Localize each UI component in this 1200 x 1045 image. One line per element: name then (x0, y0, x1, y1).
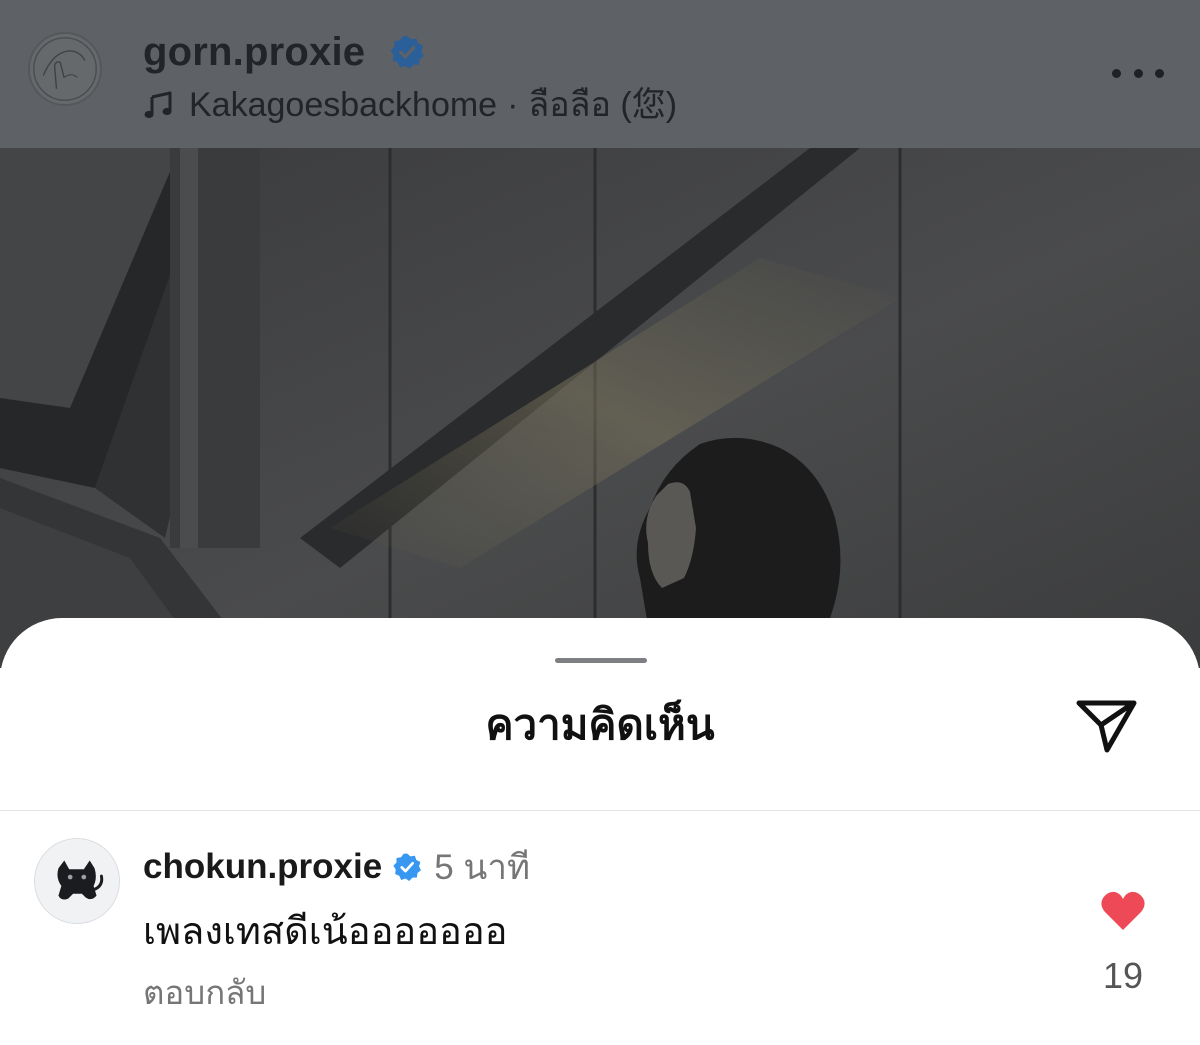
music-artist: Kakagoesbackhome (189, 86, 498, 124)
sheet-divider (0, 810, 1200, 811)
more-dot (1133, 68, 1143, 78)
comment-text: เพลงเทสดีเน้อออออออ (143, 911, 508, 953)
more-dot (1112, 68, 1121, 78)
post-author-username[interactable]: gorn.proxie (143, 28, 365, 76)
verified-badge-icon (393, 853, 422, 881)
photo-image (0, 148, 1200, 668)
comment-timestamp: 5 นาที (434, 847, 531, 887)
black-cat-avatar-icon (35, 839, 119, 923)
post-header: gorn.proxie Kakagoesbackhome · ลือลือ (您… (0, 0, 1200, 148)
avatar-illustration (33, 37, 97, 101)
verified-badge-icon (390, 35, 424, 69)
more-options-icon[interactable] (1112, 56, 1164, 90)
comment-header: chokun.proxie 5 นาที (143, 844, 530, 890)
commenter-username[interactable]: chokun.proxie (143, 847, 382, 887)
more-dot (1155, 68, 1164, 78)
reply-button[interactable]: ตอบกลับ (143, 970, 266, 1016)
music-note-icon (144, 91, 172, 119)
instagram-post-with-comments: gorn.proxie Kakagoesbackhome · ลือลือ (您… (0, 0, 1200, 1045)
send-icon-graphic (1076, 700, 1137, 753)
music-separator: · (507, 86, 519, 124)
sheet-drag-handle[interactable] (555, 658, 647, 663)
post-photo (0, 148, 1200, 668)
post-music-info[interactable]: Kakagoesbackhome · ลือลือ (您) (143, 82, 677, 128)
comments-title: ความคิดเห็น (485, 701, 715, 748)
post-author-avatar[interactable] (28, 32, 102, 106)
heart-filled-icon (1101, 891, 1145, 930)
music-title: ลือลือ (您) (528, 86, 678, 124)
commenter-avatar[interactable] (34, 838, 120, 924)
send-icon[interactable] (1074, 694, 1140, 756)
comments-sheet: ความคิดเห็น chokun.proxie 5 นาที เพลงเทส… (0, 618, 1200, 1045)
comment-like-count: 19 (1102, 955, 1144, 996)
heart-icon[interactable] (1100, 890, 1146, 932)
